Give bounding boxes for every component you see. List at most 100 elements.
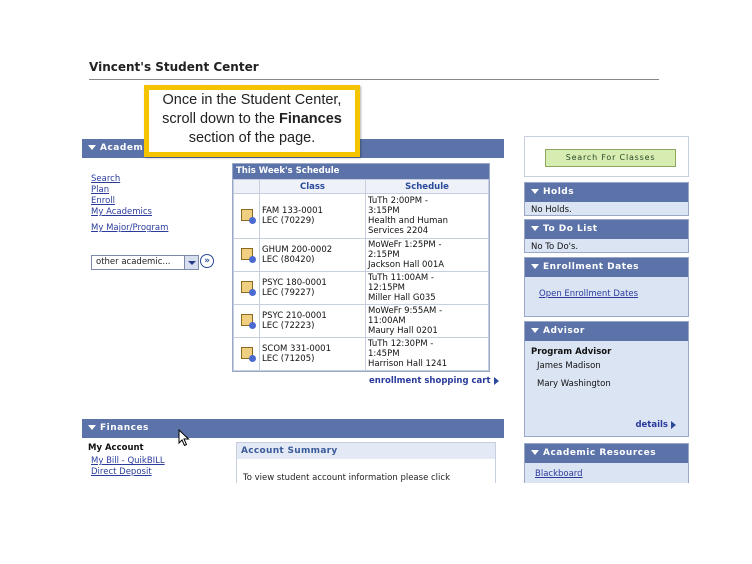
collapse-triangle-icon[interactable] <box>531 450 539 455</box>
details-label: details <box>635 420 668 430</box>
class-code: FAM 133-0001 <box>262 206 323 216</box>
account-summary-header: Account Summary <box>237 443 495 459</box>
blackboard-link[interactable]: Blackboard <box>535 469 682 480</box>
search-for-classes-button[interactable]: Search For Classes <box>545 149 676 167</box>
class-details-icon[interactable] <box>240 208 256 224</box>
schedule-time: TuTh 2:00PM - <box>368 196 428 206</box>
class-section: LEC (79227) <box>262 288 315 298</box>
class-code: PSYC 210-0001 <box>262 311 327 321</box>
finances-section-header[interactable]: Finances <box>82 419 504 438</box>
class-details-icon[interactable] <box>240 280 256 296</box>
academic-resources-header[interactable]: Academic Resources <box>525 444 688 463</box>
enrollment-dates-header[interactable]: Enrollment Dates <box>525 258 688 277</box>
schedule-time: TuTh 12:30PM - <box>368 339 434 349</box>
chevron-down-icon[interactable] <box>184 256 198 269</box>
page-title: Vincent's Student Center <box>89 60 259 74</box>
schedule-time: MoWeFr 1:25PM - <box>368 240 442 250</box>
todo-text: No To Do's. <box>531 242 579 252</box>
account-summary-text: To view student account information plea… <box>243 473 450 483</box>
academics-links: Search Plan Enroll My Academics <box>91 174 152 218</box>
my-academics-link[interactable]: My Academics <box>91 207 152 218</box>
schedule-caption: This Week's Schedule <box>233 164 489 179</box>
callout-line-1: Once in the Student Center, <box>162 92 342 108</box>
collapse-triangle-icon[interactable] <box>88 425 96 430</box>
cart-link-label: enrollment shopping cart <box>369 376 491 386</box>
class-details-icon[interactable] <box>240 313 256 329</box>
collapse-triangle-icon[interactable] <box>531 189 539 194</box>
callout-finances-emphasis: Finances <box>279 111 342 127</box>
class-col-header: Class <box>259 179 366 194</box>
class-section: LEC (72223) <box>262 321 315 331</box>
schedule-location: Maury Hall 0201 <box>368 326 438 336</box>
class-details-icon[interactable] <box>240 247 256 263</box>
schedule-location: Harrison Hall 1241 <box>368 359 448 369</box>
holds-header[interactable]: Holds <box>525 183 688 202</box>
table-row: PSYC 180-0001 LEC (79227) TuTh 11:00AM -1… <box>233 271 489 305</box>
my-account-label: My Account <box>88 443 144 453</box>
account-summary-panel: Account Summary To view student account … <box>236 442 496 483</box>
schedule-time-end: 12:15PM <box>368 283 405 293</box>
icon-col-header <box>233 179 260 194</box>
advisor-name: Mary Washington <box>537 379 611 389</box>
instruction-callout: Once in the Student Center, scroll down … <box>144 85 360 157</box>
finances-header-label: Finances <box>100 423 149 433</box>
schedule-time-end: 1:45PM <box>368 349 400 359</box>
class-section: LEC (70229) <box>262 216 315 226</box>
my-account-block: My Account My Bill - QuikBILL Direct Dep… <box>88 443 165 478</box>
schedule-location: Miller Hall G035 <box>368 293 436 303</box>
schedule-time: TuTh 11:00AM - <box>368 273 434 283</box>
class-code: PSYC 180-0001 <box>262 278 327 288</box>
title-divider <box>89 79 659 80</box>
play-arrow-icon <box>671 420 676 429</box>
callout-line-3: section of the page. <box>188 130 316 146</box>
advisor-header[interactable]: Advisor <box>525 322 688 341</box>
plan-link[interactable]: Plan <box>91 185 152 196</box>
collapse-triangle-icon[interactable] <box>531 328 539 333</box>
holds-text: No Holds. <box>531 205 572 215</box>
class-details-icon[interactable] <box>240 346 256 362</box>
search-classes-box: Search For Classes <box>524 136 689 177</box>
weekly-schedule: This Week's Schedule Class Schedule FAM … <box>232 163 490 372</box>
major-link-wrap: My Major/Program <box>91 223 168 234</box>
mouse-pointer-icon <box>178 429 190 447</box>
enroll-link[interactable]: Enroll <box>91 196 152 207</box>
search-link[interactable]: Search <box>91 174 152 185</box>
play-arrow-icon <box>493 376 499 385</box>
callout-line-2-text: scroll down to the <box>162 111 279 127</box>
table-row: FAM 133-0001 LEC (70229) TuTh 2:00PM -3:1… <box>233 193 489 239</box>
schedule-time-end: 2:15PM <box>368 250 400 260</box>
holds-panel: Holds No Holds. <box>524 182 689 216</box>
shopping-cart-link[interactable]: enrollment shopping cart <box>369 376 499 386</box>
todo-header[interactable]: To Do List <box>525 220 688 239</box>
go-button[interactable]: » <box>200 254 214 268</box>
my-bill-link[interactable]: My Bill - QuikBILL <box>91 456 165 467</box>
schedule-col-header: Schedule <box>365 179 489 194</box>
other-academic-select[interactable]: other academic... <box>91 255 199 270</box>
table-row: GHUM 200-0002 LEC (80420) MoWeFr 1:25PM -… <box>233 238 489 272</box>
holds-header-label: Holds <box>543 187 575 197</box>
class-section: LEC (80420) <box>262 255 315 265</box>
table-row: SCOM 331-0001 LEC (71205) TuTh 12:30PM -1… <box>233 337 489 371</box>
callout-text: Once in the Student Center, scroll down … <box>149 90 355 152</box>
my-major-program-link[interactable]: My Major/Program <box>91 223 168 234</box>
advisor-panel: Advisor Program Advisor James Madison Ma… <box>524 321 689 437</box>
class-section: LEC (71205) <box>262 354 315 364</box>
resources-header-label: Academic Resources <box>543 448 657 458</box>
schedule-location-2: Services 2204 <box>368 226 429 236</box>
schedule-time: MoWeFr 9:55AM - <box>368 306 443 316</box>
callout-line-2: scroll down to the Finances <box>149 110 355 129</box>
collapse-triangle-icon[interactable] <box>531 264 539 269</box>
direct-deposit-link[interactable]: Direct Deposit <box>91 467 165 478</box>
program-advisor-label: Program Advisor <box>531 347 612 357</box>
todo-panel: To Do List No To Do's. <box>524 219 689 253</box>
advisor-name: James Madison <box>537 361 601 371</box>
table-row: PSYC 210-0001 LEC (72223) MoWeFr 9:55AM -… <box>233 304 489 338</box>
schedule-time-end: 11:00AM <box>368 316 406 326</box>
open-enrollment-dates-link[interactable]: Open Enrollment Dates <box>539 289 682 300</box>
collapse-triangle-icon[interactable] <box>88 145 96 150</box>
class-code: SCOM 331-0001 <box>262 344 331 354</box>
enrollment-header-label: Enrollment Dates <box>543 262 639 272</box>
collapse-triangle-icon[interactable] <box>531 226 539 231</box>
todo-header-label: To Do List <box>543 224 598 234</box>
advisor-details-link[interactable]: details <box>635 420 676 430</box>
